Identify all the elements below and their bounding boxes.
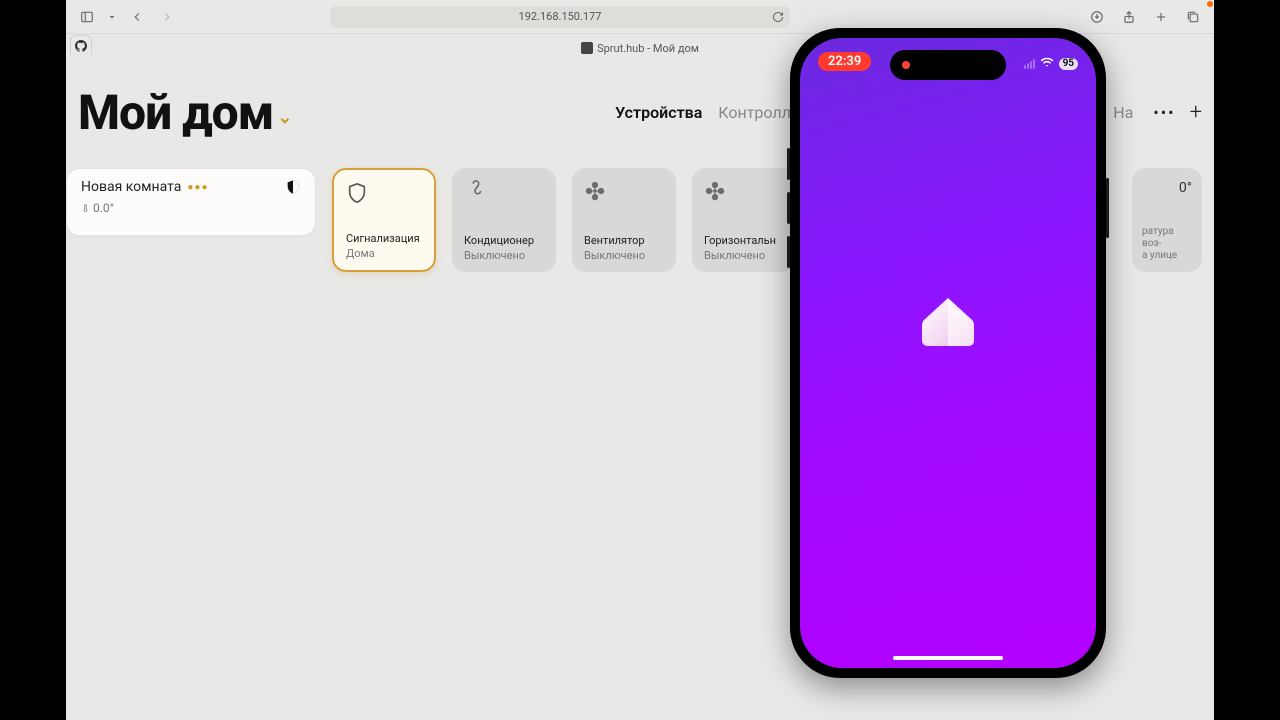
device-card-fan[interactable]: Вентилятор Выключено: [572, 168, 676, 272]
iphone-mockup: 22:39 95: [790, 28, 1106, 678]
temperature-card[interactable]: 0° ратура воз- а улице: [1132, 168, 1202, 272]
device-card-horizontal[interactable]: Горизонтальн Выключено: [692, 168, 796, 272]
wifi-icon: [1040, 54, 1054, 73]
favicon-icon: [581, 42, 593, 54]
device-title: Сигнализация: [346, 232, 422, 245]
phone-time: 22:39: [828, 54, 861, 69]
nav-devices[interactable]: Устройства: [615, 103, 702, 122]
ac-icon: [464, 180, 486, 202]
device-card-ac[interactable]: Кондиционер Выключено: [452, 168, 556, 272]
forward-button[interactable]: [156, 6, 178, 28]
status-time-recording[interactable]: 22:39: [818, 52, 871, 71]
thermometer-icon: [81, 202, 90, 214]
more-options-button[interactable]: •••: [1153, 103, 1175, 122]
sidebar-menu-chevron[interactable]: [106, 6, 118, 28]
address-text: 192.168.150.177: [519, 10, 602, 23]
home-app-icon: [920, 296, 976, 348]
header-actions: ••• +: [1153, 100, 1202, 125]
temperature-value: 0°: [1142, 180, 1192, 196]
notification-dot: [1207, 1, 1213, 7]
device-status: Дома: [346, 247, 422, 260]
fan-icon: [704, 180, 726, 202]
downloads-button[interactable]: [1086, 6, 1108, 28]
address-bar[interactable]: 192.168.150.177: [330, 6, 790, 28]
add-button[interactable]: +: [1190, 100, 1202, 125]
fan-icon: [584, 180, 606, 202]
page-title[interactable]: Мой дом ⌄: [78, 84, 291, 141]
phone-screen[interactable]: 22:39 95: [800, 38, 1096, 668]
shield-icon: [285, 179, 301, 195]
device-status: Выключено: [584, 249, 664, 262]
room-temp-value: 0.0°: [93, 201, 114, 215]
new-tab-button[interactable]: [1150, 6, 1172, 28]
reload-button[interactable]: [772, 11, 784, 23]
back-button[interactable]: [126, 6, 148, 28]
tabs-overview-button[interactable]: [1182, 6, 1204, 28]
shield-icon: [346, 182, 368, 204]
tab-title-text: Sprut.hub - Мой дом: [597, 42, 699, 55]
room-options-icon[interactable]: ●●●: [187, 182, 208, 193]
device-title: Горизонтальн: [704, 234, 784, 247]
page-title-text: Мой дом: [78, 84, 273, 141]
sidebar-toggle-button[interactable]: [76, 6, 98, 28]
temperature-label: ратура воз- а улице: [1142, 226, 1192, 262]
home-indicator[interactable]: [893, 656, 1003, 660]
status-right: 95: [1024, 54, 1078, 73]
device-status: Выключено: [464, 249, 544, 262]
battery-indicator: 95: [1059, 58, 1078, 70]
device-title: Кондиционер: [464, 234, 544, 247]
room-name: Новая комната: [81, 179, 181, 195]
chevron-down-icon: ⌄: [277, 107, 291, 128]
recording-dot-icon: [902, 61, 910, 69]
cellular-icon: [1024, 59, 1035, 69]
nav-more[interactable]: На: [1113, 103, 1133, 122]
device-title: Вентилятор: [584, 234, 664, 247]
room-temperature: 0.0°: [81, 201, 301, 215]
room-card[interactable]: Новая комната ●●● 0.0°: [66, 168, 316, 236]
dynamic-island[interactable]: [890, 50, 1006, 80]
device-status: Выключено: [704, 249, 784, 262]
share-button[interactable]: [1118, 6, 1140, 28]
device-card-alarm[interactable]: Сигнализация Дома: [332, 168, 436, 272]
